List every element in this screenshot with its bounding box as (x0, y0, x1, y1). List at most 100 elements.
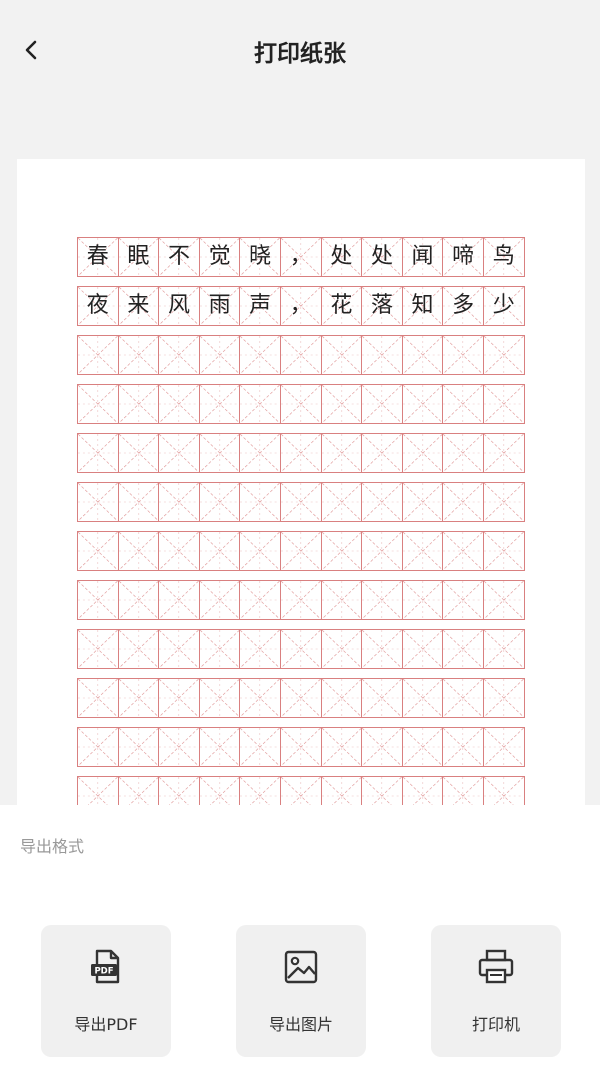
grid-cell (482, 581, 524, 619)
grid-cell (401, 679, 443, 717)
grid-cell (442, 630, 483, 668)
grid-cell: 雨 (198, 287, 240, 325)
grid-cell (198, 679, 240, 717)
grid-cell (320, 336, 362, 374)
grid-character: 啼 (452, 244, 475, 269)
grid-row (77, 580, 525, 620)
grid-cell (198, 385, 240, 423)
grid-cell: 花 (320, 287, 362, 325)
grid-character: 多 (452, 293, 475, 318)
grid-cell (401, 630, 443, 668)
grid-row (77, 727, 525, 767)
grid-row (77, 384, 525, 424)
grid-cell (158, 630, 199, 668)
grid-cell (158, 483, 199, 521)
grid-cell (77, 679, 118, 717)
grid-character: 眠 (127, 244, 150, 269)
grid-cell (279, 630, 321, 668)
grid-character: 处 (370, 244, 393, 269)
grid-cell: 风 (158, 287, 199, 325)
grid-cell (482, 630, 524, 668)
grid-cell (482, 434, 524, 472)
export-pdf-button[interactable]: PDF 导出PDF (41, 925, 171, 1057)
export-image-button[interactable]: 导出图片 (236, 925, 366, 1057)
grid-row (77, 433, 525, 473)
grid-cell (239, 581, 280, 619)
grid-cell: 知 (401, 287, 443, 325)
grid-cell (158, 385, 199, 423)
grid-cell (117, 630, 159, 668)
grid-cell (279, 434, 321, 472)
grid-cell (239, 630, 280, 668)
grid-cell (320, 581, 362, 619)
grid-character: 鸟 (492, 244, 515, 269)
grid-cell (361, 385, 402, 423)
grid-cell (117, 728, 159, 766)
grid-cell (239, 434, 280, 472)
paper-preview: 春眠不觉晓，处处闻啼鸟夜来风雨声，花落知多少 (17, 159, 585, 859)
printer-button[interactable]: 打印机 (431, 925, 561, 1057)
grid-cell (482, 483, 524, 521)
grid-cell (320, 630, 362, 668)
grid-cell (117, 483, 159, 521)
grid-cell (77, 532, 118, 570)
grid-cell: 落 (361, 287, 402, 325)
grid-character: 雨 (208, 293, 231, 318)
grid-cell (239, 679, 280, 717)
grid-cell (158, 434, 199, 472)
grid-cell (117, 434, 159, 472)
grid-character: ， (289, 293, 312, 318)
grid-cell (198, 483, 240, 521)
grid-cell (442, 728, 483, 766)
grid-cell: 处 (361, 238, 402, 276)
grid-cell (279, 581, 321, 619)
grid-cell (361, 483, 402, 521)
grid-character: 花 (330, 293, 353, 318)
grid-cell: 夜 (77, 287, 118, 325)
grid-cell (239, 336, 280, 374)
grid-cell (361, 532, 402, 570)
grid-cell (279, 336, 321, 374)
grid-cell (401, 728, 443, 766)
grid-cell: 处 (320, 238, 362, 276)
grid-character: 处 (330, 244, 353, 269)
grid-cell: 来 (117, 287, 159, 325)
grid-cell: 眠 (117, 238, 159, 276)
grid-character: ， (289, 244, 312, 269)
grid-cell: 声 (239, 287, 280, 325)
grid-cell (77, 434, 118, 472)
grid-row (77, 629, 525, 669)
grid-cell (117, 581, 159, 619)
grid-cell: ， (279, 287, 321, 325)
export-panel: 导出格式 PDF 导出PDF 导出图片 打印机 (0, 805, 600, 1075)
grid-character: 知 (411, 293, 434, 318)
grid-cell: 晓 (239, 238, 280, 276)
grid-character: 夜 (86, 293, 109, 318)
grid-character: 晓 (249, 244, 272, 269)
grid-row (77, 335, 525, 375)
grid-cell (77, 630, 118, 668)
grid-cell (117, 679, 159, 717)
grid-cell: 鸟 (482, 238, 524, 276)
grid-cell (401, 385, 443, 423)
grid-cell (320, 728, 362, 766)
grid-cell (239, 483, 280, 521)
grid-row: 春眠不觉晓，处处闻啼鸟 (77, 237, 525, 277)
grid-row: 夜来风雨声 ， 花落知多少 (77, 286, 525, 326)
grid-cell (401, 581, 443, 619)
grid-row (77, 678, 525, 718)
grid-cell: 闻 (401, 238, 443, 276)
grid-cell (77, 336, 118, 374)
grid-cell (117, 385, 159, 423)
grid-character: 风 (167, 293, 190, 318)
export-format-label: 导出格式 (20, 837, 85, 856)
grid-cell (361, 336, 402, 374)
grid-cell (77, 385, 118, 423)
image-icon (281, 947, 321, 987)
grid-cell: 啼 (442, 238, 483, 276)
grid-cell (198, 728, 240, 766)
svg-text:PDF: PDF (94, 967, 113, 977)
grid-cell (279, 385, 321, 423)
grid-cell (239, 532, 280, 570)
grid-character: 少 (492, 293, 515, 318)
